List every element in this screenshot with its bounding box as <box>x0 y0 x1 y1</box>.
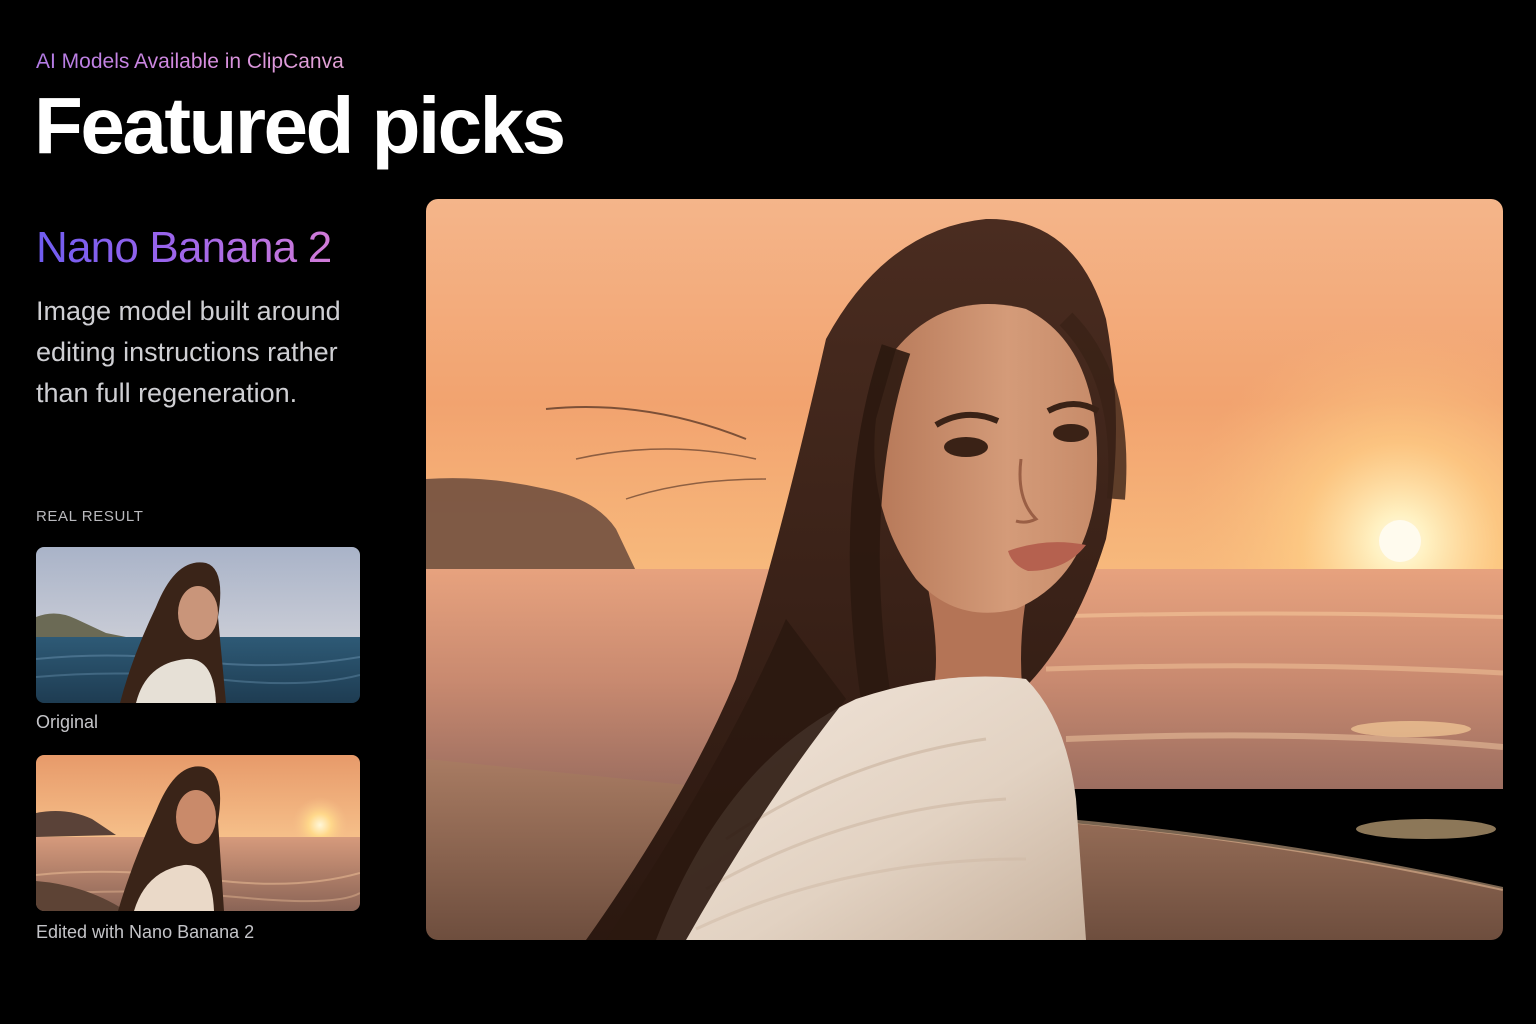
real-result-label: REAL RESULT <box>36 508 144 525</box>
model-description: Image model built around editing instruc… <box>36 296 341 408</box>
hero-image <box>426 199 1503 940</box>
edited-caption: Edited with Nano Banana 2 <box>36 922 255 942</box>
original-caption: Original <box>36 712 99 732</box>
featured-picks-page: AI Models Available in ClipCanva Feature… <box>0 0 1536 1024</box>
eyebrow-label: AI Models Available in ClipCanva <box>36 50 344 73</box>
edited-photo-image <box>36 755 360 911</box>
edited-thumbnail[interactable] <box>36 755 360 911</box>
hero-photo-image <box>426 199 1503 940</box>
original-thumbnail[interactable] <box>36 547 360 703</box>
original-photo-image <box>36 547 360 703</box>
page-title: Featured picks <box>34 81 566 170</box>
model-name: Nano Banana 2 <box>36 223 332 272</box>
